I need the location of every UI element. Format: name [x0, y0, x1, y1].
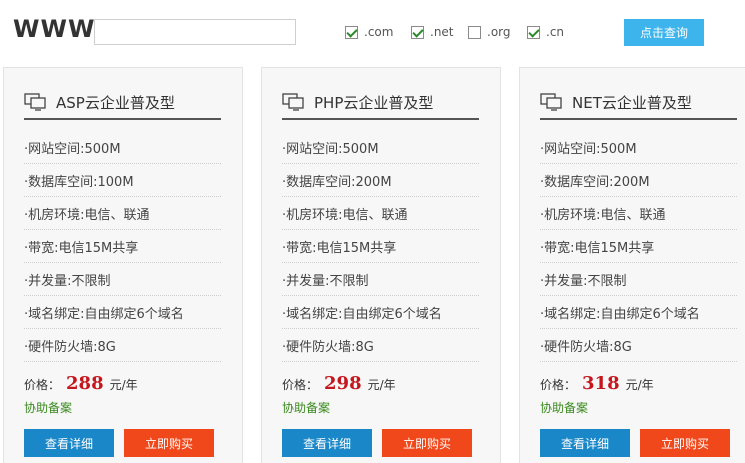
spec-bandwidth: ·带宽:电信15M共享 [24, 230, 221, 263]
tld-checkbox-net[interactable] [411, 25, 424, 39]
plan-title: ASP云企业普及型 [56, 93, 175, 112]
plan-card-asp: ASP云企业普及型 ·网站空间:500M ·数据库空间:100M ·机房环境:电… [3, 67, 243, 463]
monitor-icon [540, 93, 562, 111]
plan-title: NET云企业普及型 [572, 93, 692, 112]
filing-assist-note: 协助备案 [282, 401, 331, 415]
spec-datacenter: ·机房环境:电信、联通 [24, 197, 221, 230]
spec-concurrency: ·并发量:不限制 [282, 263, 479, 296]
price-label: 价格： [24, 378, 61, 392]
spec-disk-space: ·网站空间:500M [282, 131, 479, 164]
spec-domain-binding: ·域名绑定:自由绑定6个域名 [282, 296, 479, 329]
tld-option-net[interactable]: .net [411, 24, 454, 40]
plan-card-header: ASP云企业普及型 [24, 86, 221, 120]
price-unit: 元/年 [109, 378, 138, 392]
spec-disk-space: ·网站空间:500M [24, 131, 221, 164]
domain-query-button[interactable]: 点击查询 [624, 19, 704, 46]
plan-card-net: NET云企业普及型 ·网站空间:500M ·数据库空间:200M ·机房环境:电… [519, 67, 745, 463]
spec-datacenter: ·机房环境:电信、联通 [282, 197, 479, 230]
spec-disk-space: ·网站空间:500M [540, 131, 737, 164]
price-value: 318 [582, 373, 620, 394]
monitor-icon [24, 93, 46, 111]
buy-now-button[interactable]: 立即购买 [382, 429, 472, 457]
spec-database-space: ·数据库空间:200M [540, 164, 737, 197]
plan-title: PHP云企业普及型 [314, 93, 434, 112]
price-label: 价格： [540, 378, 577, 392]
view-details-button[interactable]: 查看详细 [282, 429, 372, 457]
price-row: 价格： 318 元/年 [540, 373, 654, 394]
domain-search-bar: WWW. .com .net .org .cn 点击查询 [0, 0, 745, 66]
spec-bandwidth: ·带宽:电信15M共享 [282, 230, 479, 263]
www-prefix-label: WWW. [13, 15, 104, 43]
tld-label-com: .com [364, 25, 394, 39]
plan-card-header: PHP云企业普及型 [282, 86, 479, 120]
spec-firewall: ·硬件防火墙:8G [282, 329, 479, 362]
price-label: 价格： [282, 378, 319, 392]
price-value: 298 [324, 373, 362, 394]
price-row: 价格： 288 元/年 [24, 373, 138, 394]
tld-option-cn[interactable]: .cn [527, 24, 564, 40]
spec-bandwidth: ·带宽:电信15M共享 [540, 230, 737, 263]
spec-datacenter: ·机房环境:电信、联通 [540, 197, 737, 230]
spec-database-space: ·数据库空间:200M [282, 164, 479, 197]
tld-label-cn: .cn [546, 25, 565, 39]
tld-checkbox-com[interactable] [345, 25, 358, 39]
spec-list: ·网站空间:500M ·数据库空间:200M ·机房环境:电信、联通 ·带宽:电… [540, 131, 737, 362]
tld-label-net: .net [430, 25, 454, 39]
monitor-icon [282, 93, 304, 111]
view-details-button[interactable]: 查看详细 [24, 429, 114, 457]
spec-domain-binding: ·域名绑定:自由绑定6个域名 [540, 296, 737, 329]
price-row: 价格： 298 元/年 [282, 373, 396, 394]
tld-option-com[interactable]: .com [345, 24, 393, 40]
spec-list: ·网站空间:500M ·数据库空间:200M ·机房环境:电信、联通 ·带宽:电… [282, 131, 479, 362]
spec-firewall: ·硬件防火墙:8G [540, 329, 737, 362]
price-unit: 元/年 [625, 378, 654, 392]
tld-checkbox-org[interactable] [468, 25, 481, 39]
spec-list: ·网站空间:500M ·数据库空间:100M ·机房环境:电信、联通 ·带宽:电… [24, 131, 221, 362]
price-value: 288 [66, 373, 104, 394]
filing-assist-note: 协助备案 [540, 401, 589, 415]
price-unit: 元/年 [367, 378, 396, 392]
spec-database-space: ·数据库空间:100M [24, 164, 221, 197]
filing-assist-note: 协助备案 [24, 401, 73, 415]
buy-now-button[interactable]: 立即购买 [124, 429, 214, 457]
spec-concurrency: ·并发量:不限制 [24, 263, 221, 296]
spec-firewall: ·硬件防火墙:8G [24, 329, 221, 362]
plan-card-header: NET云企业普及型 [540, 86, 737, 120]
buy-now-button[interactable]: 立即购买 [640, 429, 730, 457]
domain-search-input[interactable] [94, 19, 296, 45]
view-details-button[interactable]: 查看详细 [540, 429, 630, 457]
spec-concurrency: ·并发量:不限制 [540, 263, 737, 296]
tld-option-org[interactable]: .org [468, 24, 511, 40]
plan-card-php: PHP云企业普及型 ·网站空间:500M ·数据库空间:200M ·机房环境:电… [261, 67, 501, 463]
tld-label-org: .org [487, 25, 511, 39]
spec-domain-binding: ·域名绑定:自由绑定6个域名 [24, 296, 221, 329]
tld-checkbox-cn[interactable] [527, 25, 540, 39]
